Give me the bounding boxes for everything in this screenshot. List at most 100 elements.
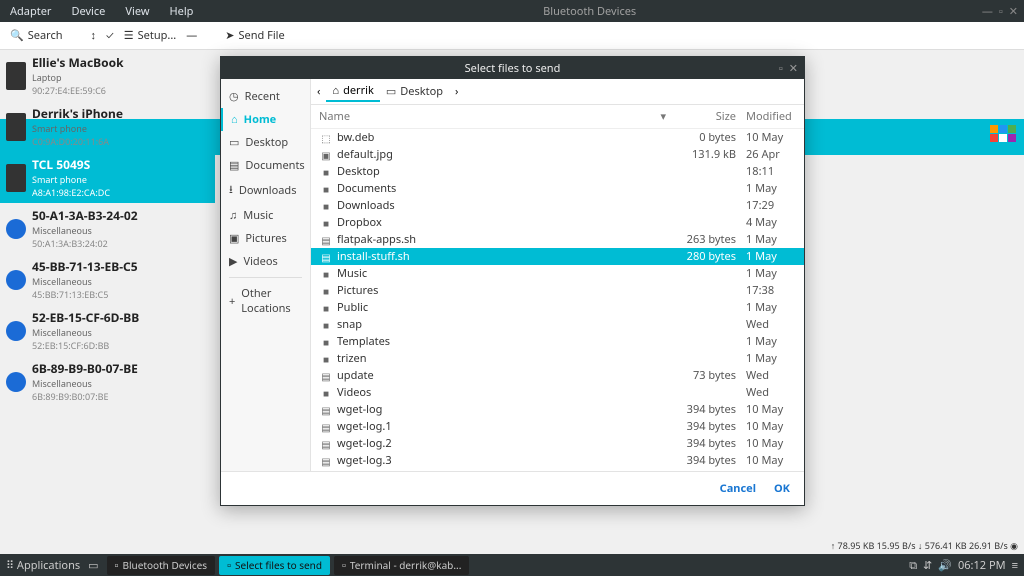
file-modified: 17:38	[736, 283, 796, 298]
nav-back-icon[interactable]: ‹	[317, 84, 320, 99]
workspace-icon[interactable]: ▭	[88, 558, 98, 573]
file-icon: ▤	[319, 454, 333, 468]
tray-user-icon[interactable]: ≡	[1012, 558, 1018, 573]
col-modified[interactable]: Modified	[736, 109, 796, 124]
device-name: 45-BB-71-13-EB-C5	[32, 258, 209, 275]
file-name: update	[337, 368, 666, 383]
check-icon[interactable]: ✓	[106, 28, 114, 43]
device-item[interactable]: TCL 5049SSmart phoneA8:A1:98:E2:CA:DC	[0, 152, 215, 203]
device-item[interactable]: 50-A1-3A-B3-24-02Miscellaneous50:A1:3A:B…	[0, 203, 215, 254]
file-row[interactable]: ▤install-stuff.sh280 bytes1 May	[311, 248, 804, 265]
file-row[interactable]: ▤wget-log.1394 bytes10 May	[311, 418, 804, 435]
tray-network-icon[interactable]: ⇵	[923, 558, 932, 573]
apps-menu[interactable]: ⠿ Applications	[6, 558, 80, 573]
taskbar-window[interactable]: ▫ Bluetooth Devices	[107, 556, 216, 575]
menu-adapter[interactable]: Adapter	[6, 2, 55, 21]
window-icon: ▫	[342, 558, 346, 573]
ok-button[interactable]: OK	[774, 481, 790, 496]
file-icon: ■	[319, 284, 333, 298]
file-size: 73 bytes	[666, 368, 736, 383]
minimize-icon[interactable]: —	[982, 4, 993, 19]
file-row[interactable]: ▤wget-log394 bytes10 May	[311, 401, 804, 418]
search-button[interactable]: 🔍 Search	[10, 28, 63, 43]
close-icon[interactable]: ✕	[1009, 4, 1018, 19]
col-name[interactable]: Name	[319, 109, 660, 124]
setup-button[interactable]: ☰ Setup...	[124, 28, 177, 43]
device-item[interactable]: 52-EB-15-CF-6D-BBMiscellaneous52:EB:15:C…	[0, 305, 215, 356]
laptop-icon	[6, 62, 26, 90]
tray-volume-icon[interactable]: 🔊	[938, 558, 952, 573]
bluetooth-icon	[6, 321, 26, 341]
other locations-icon: +	[229, 294, 235, 309]
breadcrumb-desktop[interactable]: ▭ Desktop	[380, 81, 449, 102]
file-row[interactable]: ■Desktop18:11	[311, 163, 804, 180]
taskbar-window[interactable]: ▫ Select files to send	[219, 556, 330, 575]
device-item[interactable]: 6B-89-B9-B0-07-BEMiscellaneous6B:89:B9:B…	[0, 356, 215, 407]
taskbar-window[interactable]: ▫ Terminal - derrik@kab...	[334, 556, 469, 575]
sidebar-home[interactable]: ⌂Home	[221, 108, 310, 131]
sidebar-desktop[interactable]: ▭Desktop	[221, 131, 310, 154]
sidebar-pictures[interactable]: ▣Pictures	[221, 227, 310, 250]
phone-icon	[6, 113, 26, 141]
sidebar-label: Documents	[245, 158, 304, 173]
file-size: 280 bytes	[666, 249, 736, 264]
file-row[interactable]: ▤wget-log.2394 bytes10 May	[311, 435, 804, 452]
sidebar-recent[interactable]: ◷Recent	[221, 85, 310, 108]
file-name: Pictures	[337, 283, 666, 298]
device-mac: 52:EB:15:CF:6D:BB	[32, 339, 209, 352]
file-row[interactable]: ■Documents1 May	[311, 180, 804, 197]
maximize-icon[interactable]: ▫	[999, 4, 1003, 19]
file-area: ‹ ⌂ derrik▭ Desktop › Name ▾ Size Modifi…	[311, 79, 804, 471]
file-row[interactable]: ■trizen1 May	[311, 350, 804, 367]
file-row[interactable]: ■Templates1 May	[311, 333, 804, 350]
sidebar-music[interactable]: ♫Music	[221, 204, 310, 227]
cancel-button[interactable]: Cancel	[720, 481, 756, 496]
file-icon: ⬚	[319, 131, 333, 145]
pathbar: ‹ ⌂ derrik▭ Desktop ›	[311, 79, 804, 105]
menu-help[interactable]: Help	[165, 2, 197, 21]
file-name: Downloads	[337, 198, 666, 213]
file-row[interactable]: ■ Pictures 17:38	[311, 282, 804, 299]
sidebar-other-locations[interactable]: +Other Locations	[221, 282, 310, 320]
device-item[interactable]: Derrik's iPhoneSmart phoneC0:9A:D0:20:11…	[0, 101, 215, 152]
file-row[interactable]: ■Downloads17:29	[311, 197, 804, 214]
downloads-icon: ⭳	[229, 181, 233, 200]
file-row[interactable]: ■VideosWed	[311, 384, 804, 401]
dialog-close-icon[interactable]: ✕	[789, 61, 798, 76]
remove-button[interactable]: —	[186, 28, 197, 43]
file-chooser-dialog: Select files to send ▫✕ ◷Recent⌂Home▭Des…	[220, 56, 805, 506]
sidebar-label: Recent	[245, 89, 280, 104]
sidebar-videos[interactable]: ▶Videos	[221, 250, 310, 273]
sidebar-downloads[interactable]: ⭳Downloads	[221, 177, 310, 204]
nav-fwd-icon[interactable]: ›	[455, 84, 458, 99]
menu-device[interactable]: Device	[67, 2, 109, 21]
device-item[interactable]: Ellie's MacBookLaptop90:27:E4:EE:59:C6	[0, 50, 215, 101]
file-row[interactable]: ▣default.jpg131.9 kB26 Apr	[311, 146, 804, 163]
file-row[interactable]: ■Dropbox4 May	[311, 214, 804, 231]
music-icon: ♫	[229, 208, 237, 223]
file-row[interactable]: ■Music1 May	[311, 265, 804, 282]
file-modified: 10 May	[736, 402, 796, 417]
col-size[interactable]: Size	[666, 109, 736, 124]
file-icon: ■	[319, 165, 333, 179]
file-row[interactable]: ▤update73 bytesWed	[311, 367, 804, 384]
file-row[interactable]: ⬚bw.deb0 bytes10 May	[311, 129, 804, 146]
file-row[interactable]: ■Public1 May	[311, 299, 804, 316]
tray-dropbox-icon[interactable]: ⧉	[909, 558, 917, 573]
file-row[interactable]: ▤wget-log.3394 bytes10 May	[311, 452, 804, 469]
dialog-max-icon[interactable]: ▫	[779, 61, 783, 76]
clock[interactable]: 06:12 PM	[958, 558, 1006, 573]
file-name: Music	[337, 266, 666, 281]
file-modified: 10 May	[736, 419, 796, 434]
file-icon: ▤	[319, 403, 333, 417]
file-row[interactable]: ▤flatpak-apps.sh263 bytes1 May	[311, 231, 804, 248]
device-item[interactable]: 45-BB-71-13-EB-C5Miscellaneous45:BB:71:1…	[0, 254, 215, 305]
file-name: bw.deb	[337, 130, 666, 145]
file-modified: 1 May	[736, 334, 796, 349]
sort-icon[interactable]: ↕	[91, 28, 97, 43]
menu-view[interactable]: View	[121, 2, 153, 21]
send-file-button[interactable]: ➤ Send File	[225, 28, 284, 43]
sidebar-documents[interactable]: ▤Documents	[221, 154, 310, 177]
breadcrumb-derrik[interactable]: ⌂ derrik	[326, 81, 379, 102]
file-row[interactable]: ■snapWed	[311, 316, 804, 333]
